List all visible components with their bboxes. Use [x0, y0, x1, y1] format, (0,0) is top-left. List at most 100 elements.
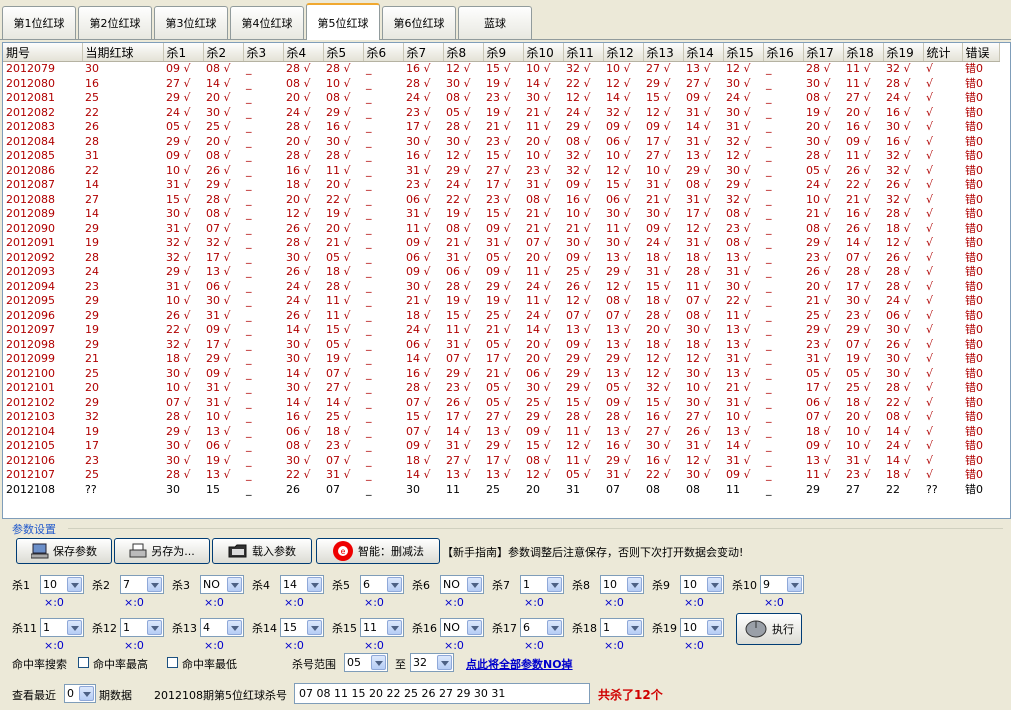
recent-periods-select[interactable]: 0 [64, 684, 96, 703]
column-header[interactable]: 杀19 [883, 43, 924, 62]
tab-2[interactable]: 第2位红球 [78, 6, 152, 39]
table-row[interactable]: 2012103 32 28 √ 10 √ _ 16 √ 25 √ _ 15 √ 17 √ 27 √ 2… [3, 410, 999, 425]
table-row[interactable]: 2012107 25 28 √ 13 √ _ 22 √ 31 √ _ 14 √ 13 √ 13 √ 1… [3, 468, 999, 483]
column-header[interactable]: 杀12 [603, 43, 644, 62]
smart-reduce-button[interactable]: e 智能：删减法 [316, 538, 440, 564]
column-header[interactable]: 杀3 [243, 43, 284, 62]
table-row[interactable]: 2012094 23 31 √ 06 √ _ 24 √ 28 √ _ 30 √ 28 √ 29 √ 2… [3, 280, 999, 295]
column-header[interactable]: 杀1 [163, 43, 204, 62]
table-cell: 11 √ [846, 62, 871, 76]
table-row[interactable]: 2012108?? 30 15 _ 26 07 _ 30 11 25 20 31 07 08 08 11 _ 29… [3, 483, 999, 498]
table-row[interactable]: 2012081 25 29 √ 20 √ _ 20 √ 08 √ _ 24 √ 08 √ 23 √ 3… [3, 91, 999, 106]
reset-all-link[interactable]: 点此将全部参数NO掉 [466, 656, 573, 672]
column-header[interactable]: 杀16 [763, 43, 804, 62]
range-to-select[interactable]: 32 [410, 653, 454, 672]
table-row[interactable]: 2012098 29 32 √ 17 √ _ 30 √ 05 √ _ 06 √ 31 √ 05 √ 2… [3, 338, 999, 353]
table-row[interactable]: 2012096 29 26 √ 31 √ _ 26 √ 11 √ _ 18 √ 15 √ 25 √ 2… [3, 309, 999, 324]
column-header[interactable]: 杀7 [403, 43, 444, 62]
table-row[interactable]: 2012080 16 27 √ 14 √ _ 08 √ 10 √ _ 28 √ 30 √ 19 √ 1… [3, 77, 999, 92]
table-row[interactable]: 2012089 14 30 √ 08 √ _ 12 √ 19 √ _ 31 √ 19 √ 15 √ 2… [3, 207, 999, 222]
column-header[interactable]: 杀4 [283, 43, 324, 62]
load-params-button[interactable]: 载入参数 [212, 538, 312, 564]
kill-select[interactable]: 4 [200, 618, 244, 637]
hit-max-checkbox[interactable] [78, 657, 89, 668]
table-row[interactable]: 2012106 23 30 √ 19 √ _ 30 √ 07 √ _ 18 √ 27 √ 17 √ 0… [3, 454, 999, 469]
kill-select[interactable]: 7 [120, 575, 164, 594]
table-row[interactable]: 2012102 29 07 √ 31 √ _ 14 √ 14 √ _ 07 √ 26 √ 05 √ 2… [3, 396, 999, 411]
column-header[interactable]: 杀8 [443, 43, 484, 62]
table-row[interactable]: 2012085 31 09 √ 08 √ _ 28 √ 28 √ _ 16 √ 12 √ 15 √ 1… [3, 149, 999, 164]
kill-select[interactable]: NO [200, 575, 244, 594]
table-row[interactable]: 2012097 19 22 √ 09 √ _ 14 √ 15 √ _ 24 √ 11 √ 21 √ 1… [3, 323, 999, 338]
tab-5[interactable]: 第5位红球 [306, 3, 380, 40]
table-cell: 20 [85, 381, 99, 395]
table-row[interactable]: 2012084 28 29 √ 20 √ _ 20 √ 30 √ _ 30 √ 30 √ 23 √ 2… [3, 135, 999, 150]
kill-select[interactable]: 6 [520, 618, 564, 637]
column-header[interactable]: 杀5 [323, 43, 364, 62]
table-row[interactable]: 2012086 22 10 √ 26 √ _ 16 √ 11 √ _ 31 √ 29 √ 27 √ 2… [3, 164, 999, 179]
kill-select[interactable]: 14 [280, 575, 324, 594]
kill-select[interactable]: 6 [360, 575, 404, 594]
table-row[interactable]: 2012093 24 29 √ 13 √ _ 26 √ 18 √ _ 09 √ 06 √ 09 √ 1… [3, 265, 999, 280]
kill-select[interactable]: 10 [680, 575, 724, 594]
tab-6[interactable]: 第6位红球 [382, 6, 456, 39]
table-row[interactable]: 2012104 19 29 √ 13 √ _ 06 √ 18 √ _ 07 √ 14 √ 13 √ 0… [3, 425, 999, 440]
kill-select[interactable]: 1 [600, 618, 644, 637]
table-row[interactable]: 2012088 27 15 √ 28 √ _ 20 √ 22 √ _ 06 √ 22 √ 23 √ 0… [3, 193, 999, 208]
table-row[interactable]: 2012082 22 24 √ 30 √ _ 24 √ 29 √ _ 23 √ 05 √ 19 √ 2… [3, 106, 999, 121]
table-cell: 2012086 [6, 163, 55, 177]
kill-select[interactable]: 10 [40, 575, 84, 594]
execute-button[interactable]: 执行 [736, 613, 802, 645]
table-cell: _ [246, 337, 252, 351]
table-cell: 20 √ [526, 250, 551, 264]
kill-select[interactable]: 10 [680, 618, 724, 637]
table-row[interactable]: 2012092 28 32 √ 17 √ _ 30 √ 05 √ _ 06 √ 31 √ 05 √ 2… [3, 251, 999, 266]
tab-1[interactable]: 第1位红球 [2, 6, 76, 39]
save-params-button[interactable]: 保存参数 [16, 538, 112, 564]
result-numbers-field[interactable]: 07 08 11 15 20 22 25 26 27 29 30 31 [294, 683, 590, 704]
column-header[interactable]: 错误 [962, 43, 1000, 62]
range-from-select[interactable]: 05 [344, 653, 388, 672]
column-header[interactable]: 期号 [3, 43, 83, 62]
table-row[interactable]: 2012091 19 32 √ 32 √ _ 28 √ 21 √ _ 09 √ 21 √ 31 √ 0… [3, 236, 999, 251]
table-row[interactable]: 2012087 14 31 √ 29 √ _ 18 √ 20 √ _ 23 √ 24 √ 17 √ 3… [3, 178, 999, 193]
kill-select[interactable]: 15 [280, 618, 324, 637]
column-header[interactable]: 杀6 [363, 43, 404, 62]
column-header[interactable]: 杀11 [563, 43, 604, 62]
kill-select[interactable]: 1 [120, 618, 164, 637]
column-header[interactable]: 杀18 [843, 43, 884, 62]
table-row[interactable]: 2012099 21 18 √ 29 √ _ 30 √ 19 √ _ 14 √ 07 √ 17 √ 2… [3, 352, 999, 367]
column-header[interactable]: 杀9 [483, 43, 524, 62]
kill-select[interactable]: 9 [760, 575, 804, 594]
table-row[interactable]: 2012105 17 30 √ 06 √ _ 08 √ 23 √ _ 09 √ 31 √ 29 √ 1… [3, 439, 999, 454]
column-header[interactable]: 当期红球 [82, 43, 164, 62]
table-row[interactable]: 2012100 25 30 √ 09 √ _ 14 √ 07 √ _ 16 √ 29 √ 21 √ 0… [3, 367, 999, 382]
table-row[interactable]: 2012090 29 31 √ 07 √ _ 26 √ 20 √ _ 11 √ 08 √ 09 √ 2… [3, 222, 999, 237]
column-header[interactable]: 杀15 [723, 43, 764, 62]
save-as-button[interactable]: 另存为... [114, 538, 210, 564]
column-header[interactable]: 杀14 [683, 43, 724, 62]
table-cell: 26 √ [286, 265, 311, 279]
tab-4[interactable]: 第4位红球 [230, 6, 304, 39]
table-cell: 12 √ [566, 439, 591, 453]
table-row[interactable]: 2012101 20 10 √ 31 √ _ 30 √ 27 √ _ 28 √ 23 √ 05 √ 3… [3, 381, 999, 396]
table-row[interactable]: 2012079 30 09 √ 08 √ _ 28 √ 28 √ _ 16 √ 12 √ 15 √ 1… [3, 62, 999, 77]
tab-3[interactable]: 第3位红球 [154, 6, 228, 39]
kill-select[interactable]: 1 [520, 575, 564, 594]
column-header[interactable]: 杀17 [803, 43, 844, 62]
kill-select[interactable]: 1 [40, 618, 84, 637]
table-cell: _ [366, 207, 372, 221]
kill-select[interactable]: NO [440, 618, 484, 637]
kill-select[interactable]: 11 [360, 618, 404, 637]
kill-select[interactable]: NO [440, 575, 484, 594]
table-row[interactable]: 2012083 26 05 √ 25 √ _ 28 √ 16 √ _ 17 √ 28 √ 21 √ 1… [3, 120, 999, 135]
hit-min-checkbox[interactable] [167, 657, 178, 668]
kill-select[interactable]: 10 [600, 575, 644, 594]
column-header[interactable]: 杀13 [643, 43, 684, 62]
data-grid[interactable]: 期号 当期红球 杀1 杀2 杀3 杀4 杀5 杀6 杀7 杀8 杀9 杀10 杀11 杀12 杀13 杀14 杀… [2, 42, 1011, 519]
column-header[interactable]: 杀2 [203, 43, 244, 62]
column-header[interactable]: 统计 [923, 43, 963, 62]
tab-7[interactable]: 蓝球 [458, 6, 532, 39]
table-row[interactable]: 2012095 29 10 √ 30 √ _ 24 √ 11 √ _ 21 √ 19 √ 19 √ 1… [3, 294, 999, 309]
column-header[interactable]: 杀10 [523, 43, 564, 62]
